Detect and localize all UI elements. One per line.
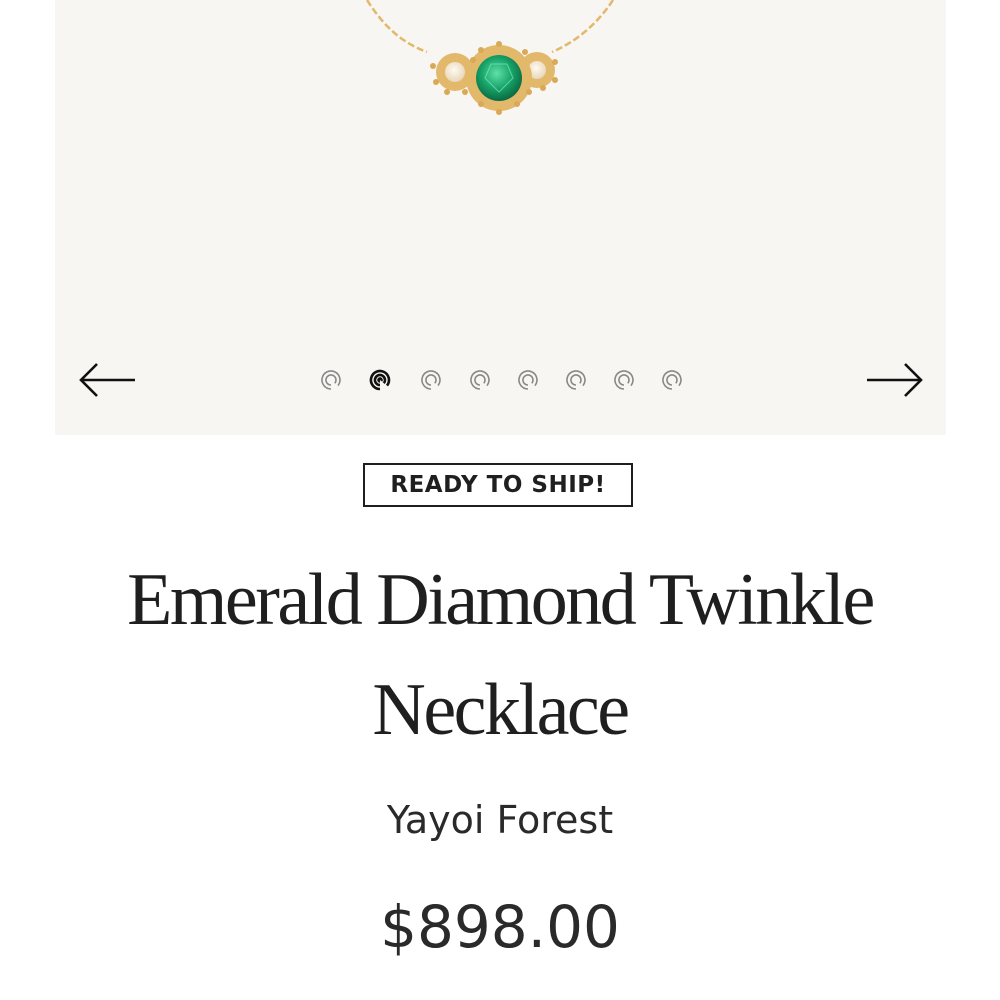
swirl-icon — [369, 369, 391, 391]
swirl-icon — [421, 370, 441, 390]
swirl-icon — [614, 370, 634, 390]
slide-dot-active[interactable] — [368, 368, 392, 392]
swirl-icon — [518, 370, 538, 390]
swirl-icon — [470, 370, 490, 390]
ready-to-ship-badge: READY TO SHIP! — [363, 463, 633, 507]
slide-indicator-dots — [317, 368, 687, 392]
previous-slide-button[interactable] — [77, 358, 141, 402]
arrow-right-icon — [867, 363, 923, 397]
brand-link[interactable]: Yayoi Forest — [200, 798, 800, 842]
product-price: $898.00 — [380, 893, 620, 961]
product-page: READY TO SHIP! Emerald Diamond Twinkle N… — [0, 0, 1000, 1000]
slide-dot[interactable] — [612, 368, 636, 392]
arrow-left-icon — [79, 363, 135, 397]
slide-dot[interactable] — [516, 368, 540, 392]
slide-dot[interactable] — [468, 368, 492, 392]
slide-dot[interactable] — [319, 368, 343, 392]
swirl-icon — [662, 370, 682, 390]
slide-dot[interactable] — [660, 368, 684, 392]
slide-dot[interactable] — [564, 368, 588, 392]
product-image-gallery — [55, 0, 946, 435]
next-slide-button[interactable] — [861, 358, 925, 402]
swirl-icon — [321, 370, 341, 390]
slide-dot[interactable] — [419, 368, 443, 392]
product-title: Emerald Diamond Twinkle Necklace — [127, 559, 875, 751]
swirl-icon — [566, 370, 586, 390]
